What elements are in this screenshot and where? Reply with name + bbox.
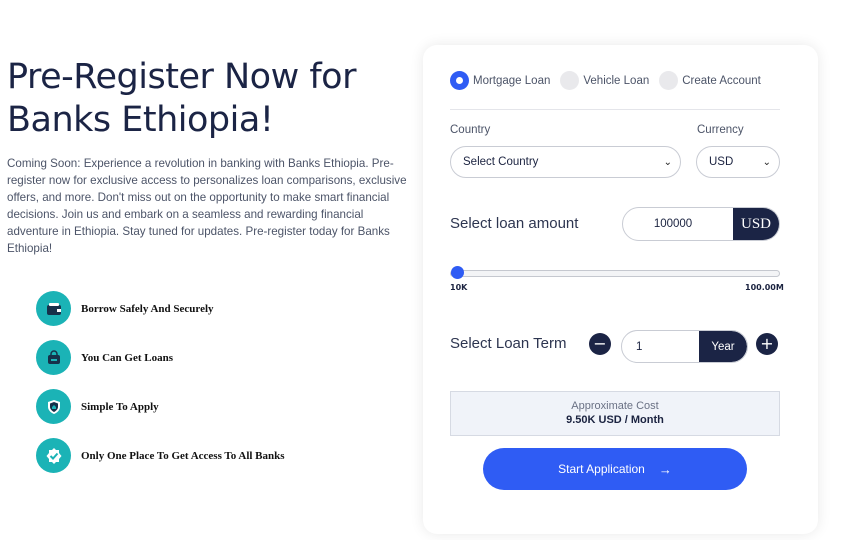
tab-create-account[interactable]: Create Account	[659, 71, 761, 90]
loan-amount-label: Select loan amount	[450, 215, 579, 232]
chevron-down-icon: ⌄	[663, 156, 672, 168]
country-label: Country	[450, 124, 491, 136]
slider-max-label: 100.00M	[745, 283, 784, 292]
start-application-label: Start Application	[558, 462, 645, 476]
feature-item: Borrow Safely And Securely	[36, 284, 285, 333]
tab-vehicle-loan[interactable]: Vehicle Loan	[560, 71, 649, 90]
currency-select[interactable]: USD ⌄	[696, 146, 780, 178]
feature-item: Only One Place To Get Access To All Bank…	[36, 431, 285, 480]
chevron-down-icon: ⌄	[762, 156, 771, 168]
feature-item: Simple To Apply	[36, 382, 285, 431]
approximate-cost-box: Approximate Cost 9.50K USD / Month	[450, 391, 780, 436]
country-select-value: Select Country	[463, 156, 539, 168]
radio-icon[interactable]	[659, 71, 679, 90]
loan-term-unit: Year	[699, 331, 747, 362]
arrow-right-icon: →	[658, 461, 672, 477]
tab-label: Vehicle Loan	[583, 74, 650, 87]
approximate-cost-label: Approximate Cost	[571, 400, 659, 412]
slider-min-label: 10K	[450, 283, 468, 292]
loan-type-tabs: Mortgage Loan Vehicle Loan Create Accoun…	[450, 71, 771, 90]
term-decrement-button[interactable]: −	[589, 333, 611, 355]
start-application-button[interactable]: Start Application →	[483, 448, 747, 490]
feature-label: Simple To Apply	[81, 400, 159, 413]
divider	[450, 109, 780, 110]
feature-list: Borrow Safely And Securely You Can Get L…	[36, 284, 285, 480]
currency-label: Currency	[697, 124, 744, 136]
loan-card: Mortgage Loan Vehicle Loan Create Accoun…	[423, 45, 818, 534]
term-increment-button[interactable]: +	[756, 333, 778, 355]
bag-icon	[36, 340, 71, 375]
slider-handle[interactable]	[451, 266, 465, 279]
badge-check-icon	[36, 438, 71, 473]
feature-label: You Can Get Loans	[81, 351, 173, 364]
page-title: Pre-Register Now for Banks Ethiopia!	[7, 57, 356, 140]
loan-amount-value[interactable]: 100000	[623, 208, 733, 240]
feature-item: You Can Get Loans	[36, 333, 285, 382]
loan-term-label: Select Loan Term	[450, 335, 567, 352]
approximate-cost-value: 9.50K USD / Month	[566, 414, 664, 426]
loan-amount-slider[interactable]	[450, 270, 780, 277]
loan-amount-input[interactable]: 100000 USD	[622, 207, 780, 241]
wallet-icon	[36, 291, 71, 326]
loan-amount-currency: USD	[733, 208, 779, 240]
feature-label: Only One Place To Get Access To All Bank…	[81, 449, 285, 462]
tab-mortgage-loan[interactable]: Mortgage Loan	[450, 71, 550, 90]
currency-select-value: USD	[709, 156, 734, 168]
tab-label: Mortgage Loan	[473, 74, 551, 87]
radio-selected-icon[interactable]	[450, 71, 469, 90]
hero-description: Coming Soon: Experience a revolution in …	[7, 157, 407, 255]
country-select[interactable]: Select Country ⌄	[450, 146, 681, 178]
shield-icon	[36, 389, 71, 424]
loan-term-value[interactable]: 1	[622, 331, 699, 362]
tab-label: Create Account	[682, 74, 761, 87]
radio-icon[interactable]	[560, 71, 580, 90]
loan-term-input[interactable]: 1 Year	[621, 330, 748, 363]
feature-label: Borrow Safely And Securely	[81, 302, 214, 315]
